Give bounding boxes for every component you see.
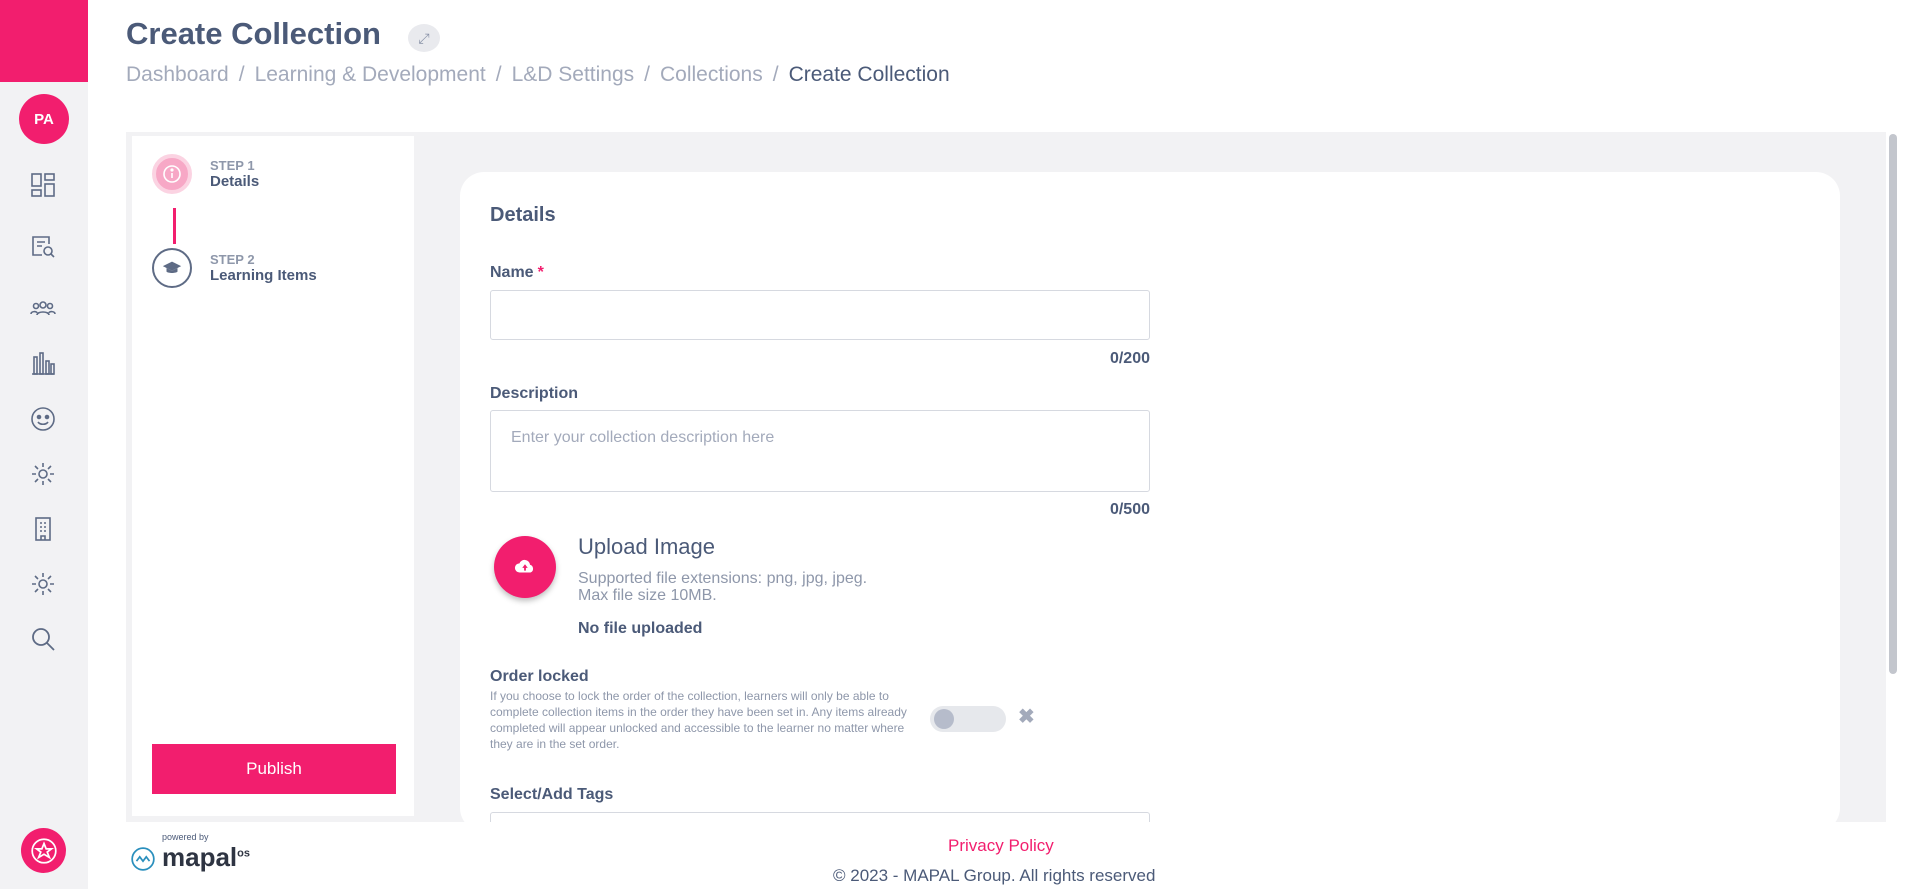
name-label: Name * (490, 264, 544, 281)
breadcrumb-ld-settings[interactable]: L&D Settings (512, 63, 635, 86)
order-locked-label: Order locked (490, 668, 589, 685)
step-label: Learning Items (210, 267, 317, 284)
order-locked-description: If you choose to lock the order of the c… (490, 689, 907, 751)
smiley-icon[interactable] (28, 404, 58, 434)
name-counter: 0/200 (1109, 350, 1150, 367)
scrollbar-thumb[interactable] (1889, 134, 1897, 674)
breadcrumb-dashboard[interactable]: Dashboard (126, 63, 229, 86)
gear-icon[interactable] (28, 459, 58, 489)
breadcrumb-learning-development[interactable]: Learning & Development (255, 63, 486, 86)
avatar[interactable]: PA (19, 94, 69, 144)
details-form: Details Name * 0/200 Description Enter yo… (460, 172, 1840, 832)
description-counter: 0/500 (1109, 501, 1150, 518)
dashboard-icon[interactable] (28, 170, 58, 200)
breadcrumb-current: Create Collection (788, 63, 950, 86)
order-locked-toggle[interactable] (930, 706, 1006, 732)
breadcrumb: Dashboard / Learning & Development / L&D Set… (126, 63, 950, 86)
sidebar: PA (0, 0, 88, 889)
copyright-text: © 2023 - MAPAL Group. All rights reserve… (833, 866, 1156, 885)
no-file-text: No file uploaded (578, 620, 703, 637)
star-badge-icon[interactable] (21, 828, 66, 873)
step-details[interactable]: STEP 1 Details (152, 154, 259, 194)
upload-help: Supported file extensions: png, jpg, jpe… (578, 570, 868, 604)
step-label: Details (210, 173, 260, 190)
building-icon[interactable] (28, 514, 58, 544)
section-title: Details (490, 204, 556, 226)
description-input[interactable]: Enter your collection description here (490, 410, 1150, 492)
close-icon: ✖ (1018, 706, 1035, 728)
expand-arrows-icon[interactable]: ⤢ (408, 24, 440, 52)
step-number: STEP 2 (210, 252, 255, 267)
settings-cog-icon[interactable] (28, 569, 58, 599)
step-connector (173, 208, 176, 244)
page-title: Create Collection (126, 16, 381, 51)
step-learning-items[interactable]: STEP 2 Learning Items (152, 248, 317, 288)
upload-title: Upload Image (578, 534, 715, 559)
footer: powered by mapalos Privacy Policy © 2023… (88, 822, 1918, 889)
powered-by-text: powered by (162, 832, 209, 842)
brand-name: mapalos (162, 842, 250, 872)
mapal-logo-icon (131, 847, 155, 871)
info-icon (152, 154, 192, 194)
steps-panel: STEP 1 Details STEP 2 Learning Items Pub… (132, 136, 414, 816)
tags-label: Select/Add Tags (490, 786, 614, 803)
people-icon[interactable] (28, 293, 58, 323)
bar-chart-icon[interactable] (28, 348, 58, 378)
search-document-icon[interactable] (28, 231, 58, 261)
privacy-policy-link[interactable]: Privacy Policy (948, 836, 1054, 856)
upload-button[interactable] (494, 536, 556, 598)
search-icon[interactable] (28, 624, 58, 654)
graduation-cap-icon (152, 248, 192, 288)
content-area: STEP 1 Details STEP 2 Learning Items Pub… (126, 132, 1886, 832)
cloud-upload-icon (514, 559, 534, 573)
description-label: Description (490, 385, 579, 402)
name-input[interactable] (490, 290, 1150, 340)
publish-button[interactable]: Publish (152, 744, 396, 794)
main-area: Create Collection ⤢ Dashboard / Learning &… (88, 0, 1918, 889)
brand-block (0, 0, 88, 82)
step-number: STEP 1 (210, 158, 255, 173)
breadcrumb-collections[interactable]: Collections (660, 63, 763, 86)
